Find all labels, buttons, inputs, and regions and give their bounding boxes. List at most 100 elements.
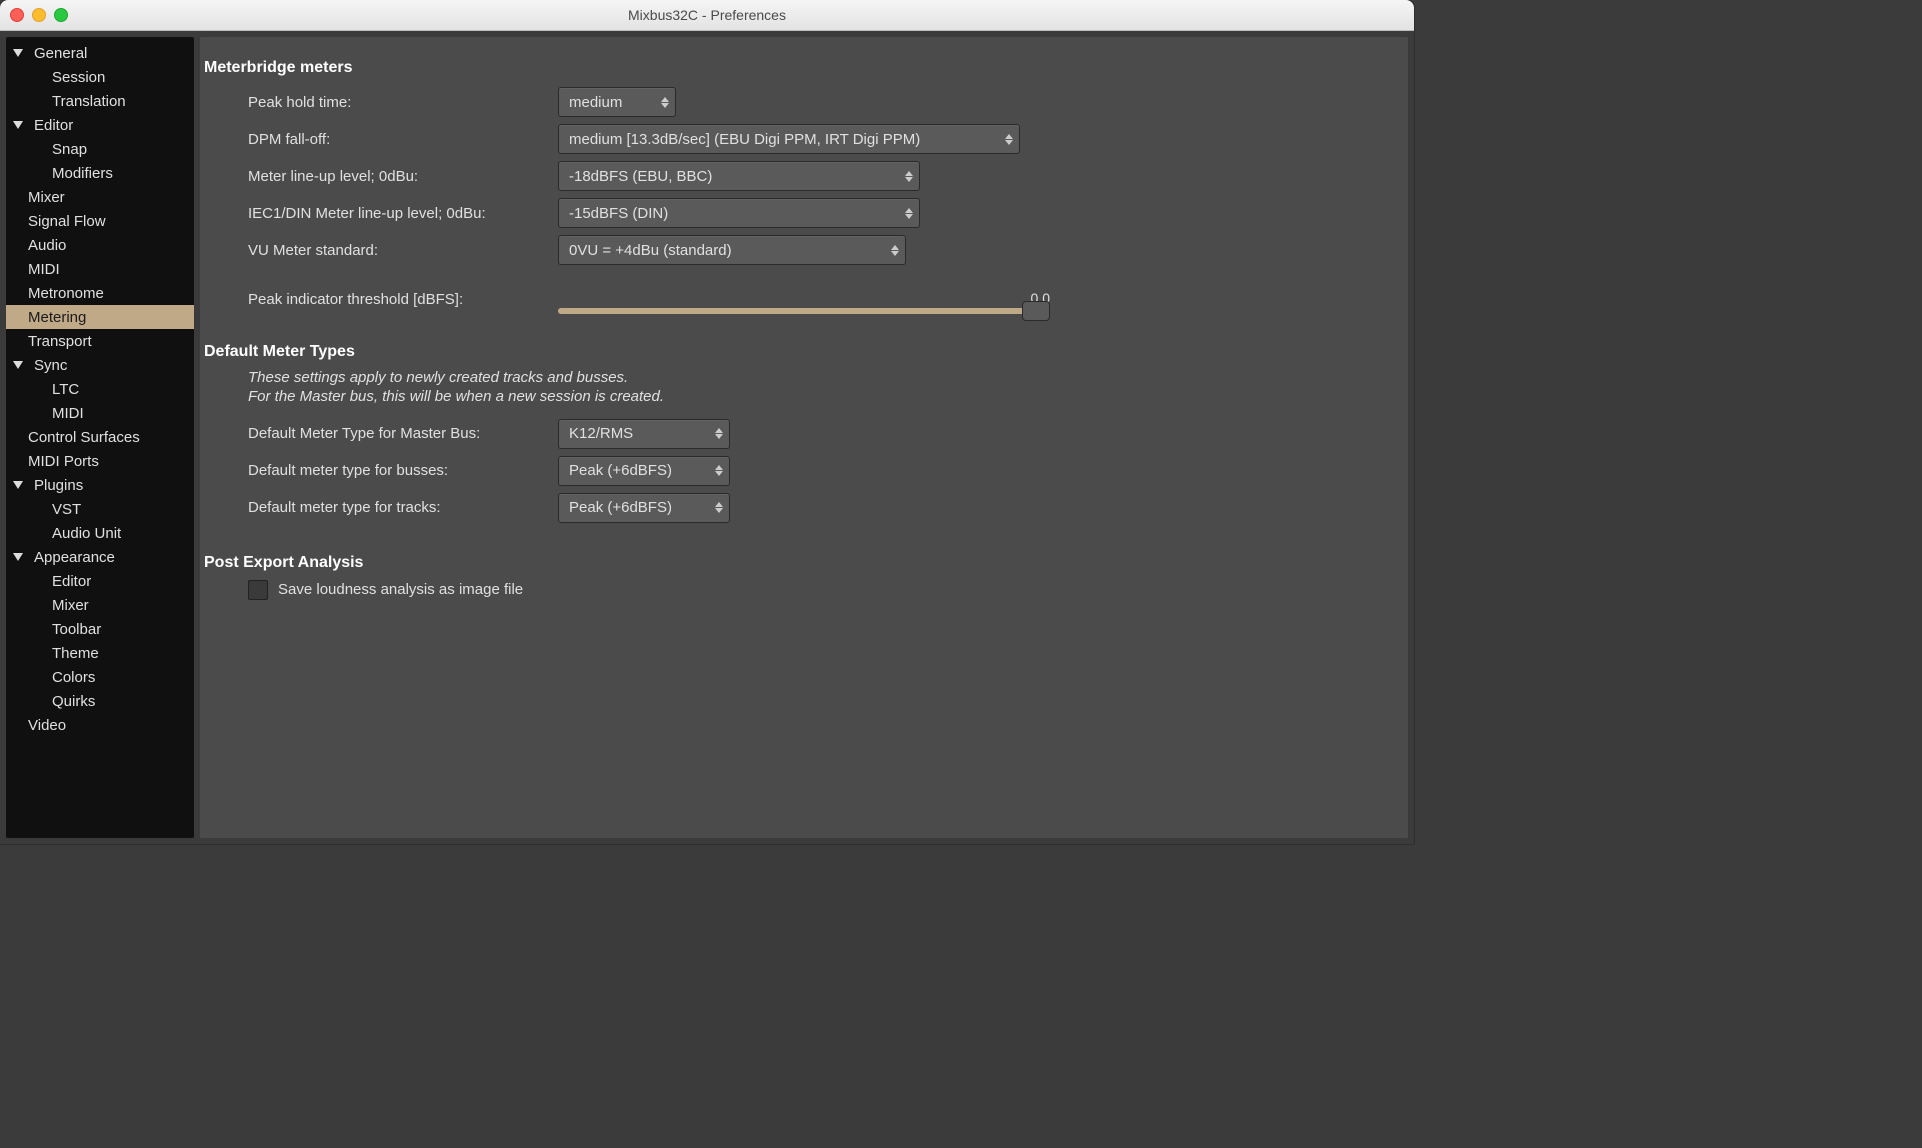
sidebar-item-label: Sync [34,357,67,374]
lineup-level-label: Meter line-up level; 0dBu: [200,168,558,185]
sidebar-item-video-28[interactable]: Video [6,713,194,737]
sidebar-item-midi-15[interactable]: MIDI [6,401,194,425]
sidebar[interactable]: GeneralSession Translation Editor Snap Modif… [6,37,194,838]
sidebar-item-editor-3[interactable]: Editor [6,113,194,137]
sidebar-item-transport-12[interactable]: Transport [6,329,194,353]
save-loudness-checkbox[interactable] [248,580,268,600]
sidebar-item-label: Mixer [28,189,65,206]
default-meter-note: These settings apply to newly created tr… [200,369,688,407]
sidebar-item-toolbar-24[interactable]: Toolbar [6,617,194,641]
close-icon[interactable] [10,8,24,22]
sidebar-item-sync-13[interactable]: Sync [6,353,194,377]
minimize-icon[interactable] [32,8,46,22]
disclosure-triangle-icon[interactable] [8,121,28,129]
busses-meter-value: Peak (+6dBFS) [569,462,672,479]
window-title: Mixbus32C - Preferences [0,7,1414,23]
sidebar-item-label: LTC [52,381,79,398]
post-export-section-title: Post Export Analysis [200,554,1386,572]
disclosure-triangle-icon[interactable] [8,361,28,369]
sidebar-item-theme-25[interactable]: Theme [6,641,194,665]
iec-lineup-select[interactable]: -15dBFS (DIN) [558,198,920,228]
sidebar-item-snap-4[interactable]: Snap [6,137,194,161]
sidebar-item-label: Editor [34,117,73,134]
sidebar-item-session-1[interactable]: Session [6,65,194,89]
sidebar-item-translation-2[interactable]: Translation [6,89,194,113]
sidebar-item-metering-11[interactable]: Metering [6,305,194,329]
sidebar-item-signal-flow-7[interactable]: Signal Flow [6,209,194,233]
spinner-icon [715,428,723,439]
peak-threshold-slider-wrap: 0.0 [558,290,1048,314]
lineup-level-select[interactable]: -18dBFS (EBU, BBC) [558,161,920,191]
sidebar-item-ltc-14[interactable]: LTC [6,377,194,401]
vu-standard-select[interactable]: 0VU = +4dBu (standard) [558,235,906,265]
save-loudness-label: Save loudness analysis as image file [278,581,523,598]
dpm-falloff-select[interactable]: medium [13.3dB/sec] (EBU Digi PPM, IRT D… [558,124,1020,154]
maximize-icon[interactable] [54,8,68,22]
sidebar-item-modifiers-5[interactable]: Modifiers [6,161,194,185]
sidebar-item-midi-9[interactable]: MIDI [6,257,194,281]
sidebar-item-label: Modifiers [52,165,113,182]
sidebar-item-mixer-23[interactable]: Mixer [6,593,194,617]
sidebar-item-label: Theme [52,645,99,662]
vu-standard-label: VU Meter standard: [200,242,558,259]
sidebar-item-plugins-18[interactable]: Plugins [6,473,194,497]
sidebar-item-audio-unit-20[interactable]: Audio Unit [6,521,194,545]
disclosure-triangle-icon[interactable] [8,481,28,489]
meterbridge-section-title: Meterbridge meters [200,59,1386,77]
sidebar-item-label: VST [52,501,81,518]
vu-standard-value: 0VU = +4dBu (standard) [569,242,732,259]
busses-meter-select[interactable]: Peak (+6dBFS) [558,456,730,486]
spinner-icon [715,465,723,476]
master-meter-select[interactable]: K12/RMS [558,419,730,449]
vu-standard-row: VU Meter standard: 0VU = +4dBu (standard… [200,233,1386,267]
sidebar-item-label: Toolbar [52,621,101,638]
preferences-window: Mixbus32C - Preferences GeneralSession Tr… [0,0,1414,844]
dpm-falloff-label: DPM fall-off: [200,131,558,148]
master-meter-row: Default Meter Type for Master Bus: K12/R… [200,417,1386,451]
disclosure-triangle-icon[interactable] [8,49,28,57]
sidebar-item-audio-8[interactable]: Audio [6,233,194,257]
sidebar-item-label: Control Surfaces [28,429,140,446]
busses-meter-label: Default meter type for busses: [200,462,558,479]
iec-lineup-row: IEC1/DIN Meter line-up level; 0dBu: -15d… [200,196,1386,230]
sidebar-item-label: Transport [28,333,92,350]
sidebar-item-quirks-27[interactable]: Quirks [6,689,194,713]
sidebar-item-label: Video [28,717,66,734]
disclosure-triangle-icon[interactable] [8,553,28,561]
peak-threshold-slider[interactable] [558,308,1048,314]
sidebar-item-label: MIDI Ports [28,453,99,470]
sidebar-item-mixer-6[interactable]: Mixer [6,185,194,209]
sidebar-item-appearance-21[interactable]: Appearance [6,545,194,569]
dpm-falloff-value: medium [13.3dB/sec] (EBU Digi PPM, IRT D… [569,131,920,148]
sidebar-item-vst-19[interactable]: VST [6,497,194,521]
sidebar-item-general-0[interactable]: General [6,41,194,65]
sidebar-item-colors-26[interactable]: Colors [6,665,194,689]
master-meter-label: Default Meter Type for Master Bus: [200,425,558,442]
peak-hold-select[interactable]: medium [558,87,676,117]
spinner-icon [661,97,669,108]
peak-threshold-row: Peak indicator threshold [dBFS]: 0.0 [200,270,1386,314]
sidebar-item-metronome-10[interactable]: Metronome [6,281,194,305]
sidebar-item-label: Translation [52,93,126,110]
default-meter-section-title: Default Meter Types [200,343,1386,361]
slider-thumb[interactable] [1022,301,1050,321]
sidebar-item-label: MIDI [28,261,60,278]
sidebar-item-control-surfaces-16[interactable]: Control Surfaces [6,425,194,449]
sidebar-item-label: Plugins [34,477,83,494]
dpm-falloff-row: DPM fall-off: medium [13.3dB/sec] (EBU D… [200,122,1386,156]
tracks-meter-value: Peak (+6dBFS) [569,499,672,516]
iec-lineup-label: IEC1/DIN Meter line-up level; 0dBu: [200,205,558,222]
titlebar: Mixbus32C - Preferences [0,0,1414,31]
sidebar-item-label: Quirks [52,693,95,710]
sidebar-item-label: Metronome [28,285,104,302]
tracks-meter-select[interactable]: Peak (+6dBFS) [558,493,730,523]
sidebar-item-label: Colors [52,669,95,686]
sidebar-item-label: Editor [52,573,91,590]
sidebar-item-editor-22[interactable]: Editor [6,569,194,593]
peak-hold-value: medium [569,94,622,111]
sidebar-item-label: Mixer [52,597,89,614]
sidebar-item-label: Metering [28,309,86,326]
spinner-icon [891,245,899,256]
peak-threshold-label: Peak indicator threshold [dBFS]: [200,291,558,308]
sidebar-item-midi-ports-17[interactable]: MIDI Ports [6,449,194,473]
